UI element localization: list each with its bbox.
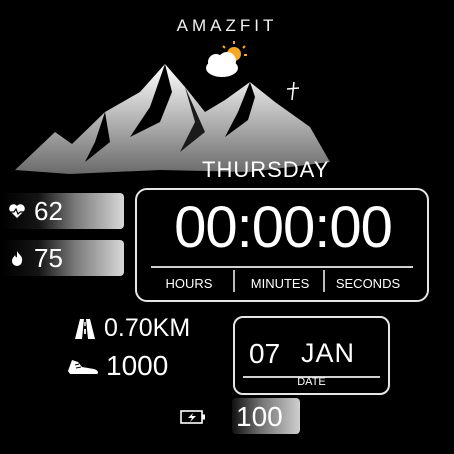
battery-widget[interactable]: 100 <box>232 398 300 434</box>
minutes-label: MINUTES <box>250 276 310 291</box>
heart-rate-widget[interactable]: 62 <box>2 193 124 229</box>
date-panel[interactable]: 07 JAN DATE <box>233 316 390 395</box>
calories-value: 75 <box>34 243 63 273</box>
calories-widget[interactable]: 75 <box>2 240 124 276</box>
distance-value: 0.70KM <box>104 314 191 342</box>
battery-value: 100 <box>236 401 283 432</box>
battery-icon <box>180 410 205 424</box>
brand-logo: AMAZFIT <box>176 16 278 35</box>
shoe-icon <box>68 360 98 374</box>
date-month: JAN <box>301 338 356 368</box>
time-panel[interactable]: 00:00:00 HOURS MINUTES SECONDS <box>135 188 429 302</box>
date-day: 07 <box>249 338 281 369</box>
heart-rate-value: 62 <box>34 196 63 226</box>
airplane-icon <box>286 81 300 101</box>
steps-value: 1000 <box>106 350 169 381</box>
time-digits: 00:00:00 <box>174 195 393 260</box>
seconds-label: SECONDS <box>335 276 401 291</box>
heart-icon <box>9 204 25 218</box>
road-icon <box>75 319 95 339</box>
hours-label: HOURS <box>165 276 213 291</box>
weekday-label: THURSDAY <box>202 157 330 182</box>
date-label: DATE <box>297 376 326 388</box>
flame-icon <box>12 251 23 266</box>
divider <box>233 270 235 292</box>
time-separator <box>151 266 413 268</box>
